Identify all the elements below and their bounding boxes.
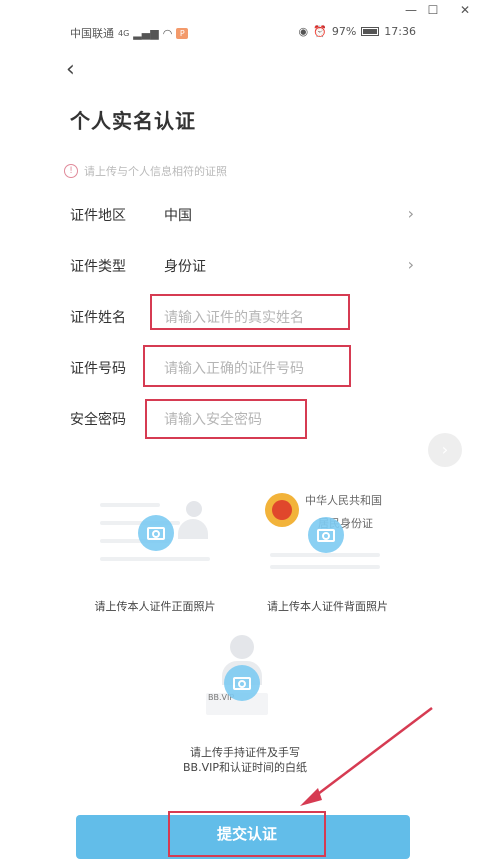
id-type-value: 身份证: [164, 259, 206, 275]
chevron-right-icon: ›: [407, 255, 414, 274]
password-highlight: [145, 399, 307, 439]
name-highlight: [150, 294, 350, 330]
handheld-caption-line1: 请上传手持证件及手写: [190, 746, 300, 759]
close-button[interactable]: ✕: [456, 2, 474, 18]
camera-icon: [138, 515, 174, 551]
id-front-upload[interactable]: [90, 493, 230, 583]
window-titlebar: — ☐ ✕: [0, 0, 484, 22]
alarm-icon: ⏰: [313, 25, 327, 38]
portrait-icon: [178, 501, 208, 541]
camera-icon: [224, 665, 260, 701]
camera-icon: [308, 517, 344, 553]
eye-icon: ◉: [298, 25, 309, 38]
clock: 17:36: [384, 25, 416, 38]
wifi-icon: ◠: [162, 26, 173, 40]
id-type-label: 证件类型: [70, 259, 126, 275]
placeholder-line: [270, 565, 380, 569]
battery-percent: 97%: [331, 25, 357, 38]
region-row[interactable]: 证件地区 中国 ›: [70, 200, 420, 230]
back-caption: 请上传本人证件背面照片: [267, 600, 388, 613]
page-title: 个人实名认证: [70, 109, 196, 133]
notice-text: 请上传与个人信息相符的证照: [84, 165, 227, 178]
carrier-label: 中国联通: [70, 27, 114, 40]
number-highlight: [143, 345, 351, 387]
region-label: 证件地区: [70, 208, 126, 224]
status-bar: 中国联通 4G ▂▄▆ ◠ P ◉ ⏰ 97% 17:36: [70, 25, 416, 45]
placeholder-line: [270, 553, 380, 557]
signal-icon: ▂▄▆: [133, 26, 159, 40]
handheld-caption-line2: BB.VIP和认证时间的白纸: [183, 761, 307, 774]
handheld-upload[interactable]: BB.VIP: [200, 635, 280, 730]
front-caption: 请上传本人证件正面照片: [94, 600, 216, 613]
region-value: 中国: [164, 208, 192, 224]
info-icon: !: [64, 164, 78, 178]
back-icon[interactable]: ‹: [66, 58, 86, 82]
minimize-button[interactable]: —: [402, 2, 420, 18]
placeholder-line: [100, 503, 160, 507]
submit-button[interactable]: 提交认证: [168, 811, 326, 857]
notice: ! 请上传与个人信息相符的证照: [64, 163, 227, 179]
network-type: 4G: [118, 28, 130, 38]
chevron-right-icon[interactable]: ›: [428, 433, 462, 467]
chevron-right-icon: ›: [407, 204, 414, 223]
battery-icon: [361, 27, 380, 36]
notification-icon: P: [176, 27, 189, 39]
id-type-row[interactable]: 证件类型 身份证 ›: [70, 251, 420, 281]
maximize-button[interactable]: ☐: [424, 2, 442, 18]
id-back-upload[interactable]: [270, 493, 410, 583]
placeholder-line: [100, 557, 210, 561]
